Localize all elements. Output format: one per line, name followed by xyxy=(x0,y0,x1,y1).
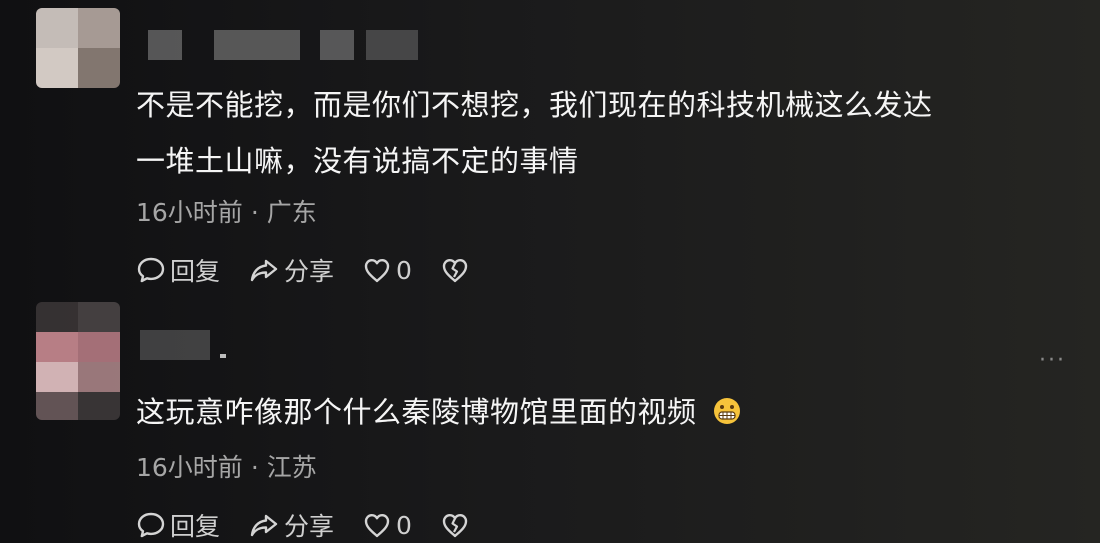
comment-text-line: 一堆土山嘛，没有说搞不定的事情 xyxy=(136,144,579,178)
share-label: 分享 xyxy=(284,512,335,541)
dislike-button[interactable] xyxy=(440,255,474,285)
location: 广东 xyxy=(266,198,317,227)
grimacing-face-emoji xyxy=(714,398,741,424)
comment-meta: 16小时前 · 江苏 xyxy=(136,448,317,484)
reply-label: 回复 xyxy=(170,257,221,286)
broken-heart-icon xyxy=(442,514,468,538)
reply-button[interactable]: 回复 xyxy=(136,507,220,543)
username-redacted[interactable] xyxy=(140,30,420,60)
avatar[interactable] xyxy=(36,302,120,420)
heart-icon xyxy=(364,514,390,538)
comment-meta: 16小时前 · 广东 xyxy=(136,193,317,229)
share-button[interactable]: 分享 xyxy=(248,507,334,543)
more-options-icon[interactable]: ··· xyxy=(1039,348,1066,373)
like-count: 0 xyxy=(396,255,412,285)
broken-heart-icon xyxy=(442,259,468,283)
like-count: 0 xyxy=(396,510,412,540)
comment-item: ··· 这玩意咋像那个什么秦陵博物馆里面的视频 16小时前 · 江苏 回复 分享 0 xyxy=(0,300,1100,543)
comment-actions: 回复 分享 0 xyxy=(136,252,502,288)
avatar[interactable] xyxy=(36,8,120,88)
comment-item: 不是不能挖，而是你们不想挖，我们现在的科技机械这么发达 一堆土山嘛，没有说搞不定… xyxy=(0,0,1100,300)
comment-bubble-icon xyxy=(137,512,165,538)
share-arrow-icon xyxy=(250,259,278,282)
separator: · xyxy=(250,198,259,227)
share-arrow-icon xyxy=(250,514,278,537)
reply-label: 回复 xyxy=(170,512,221,541)
timestamp: 16小时前 xyxy=(136,198,243,227)
comment-text-line: 不是不能挖，而是你们不想挖，我们现在的科技机械这么发达 xyxy=(136,88,933,122)
share-button[interactable]: 分享 xyxy=(248,252,334,288)
share-label: 分享 xyxy=(284,257,335,286)
timestamp: 16小时前 xyxy=(136,453,243,482)
heart-icon xyxy=(364,259,390,283)
dislike-button[interactable] xyxy=(440,510,474,540)
comment-text-line: 这玩意咋像那个什么秦陵博物馆里面的视频 xyxy=(136,395,697,429)
separator: · xyxy=(250,453,259,482)
reply-button[interactable]: 回复 xyxy=(136,252,220,288)
username-redacted[interactable] xyxy=(140,330,260,360)
comment-actions: 回复 分享 0 xyxy=(136,507,502,543)
location: 江苏 xyxy=(266,453,317,482)
comment-text: 这玩意咋像那个什么秦陵博物馆里面的视频 xyxy=(136,384,742,440)
like-button[interactable]: 0 xyxy=(362,255,412,285)
comment-text: 不是不能挖，而是你们不想挖，我们现在的科技机械这么发达 一堆土山嘛，没有说搞不定… xyxy=(136,77,933,189)
like-button[interactable]: 0 xyxy=(362,510,412,540)
comment-bubble-icon xyxy=(137,257,165,283)
